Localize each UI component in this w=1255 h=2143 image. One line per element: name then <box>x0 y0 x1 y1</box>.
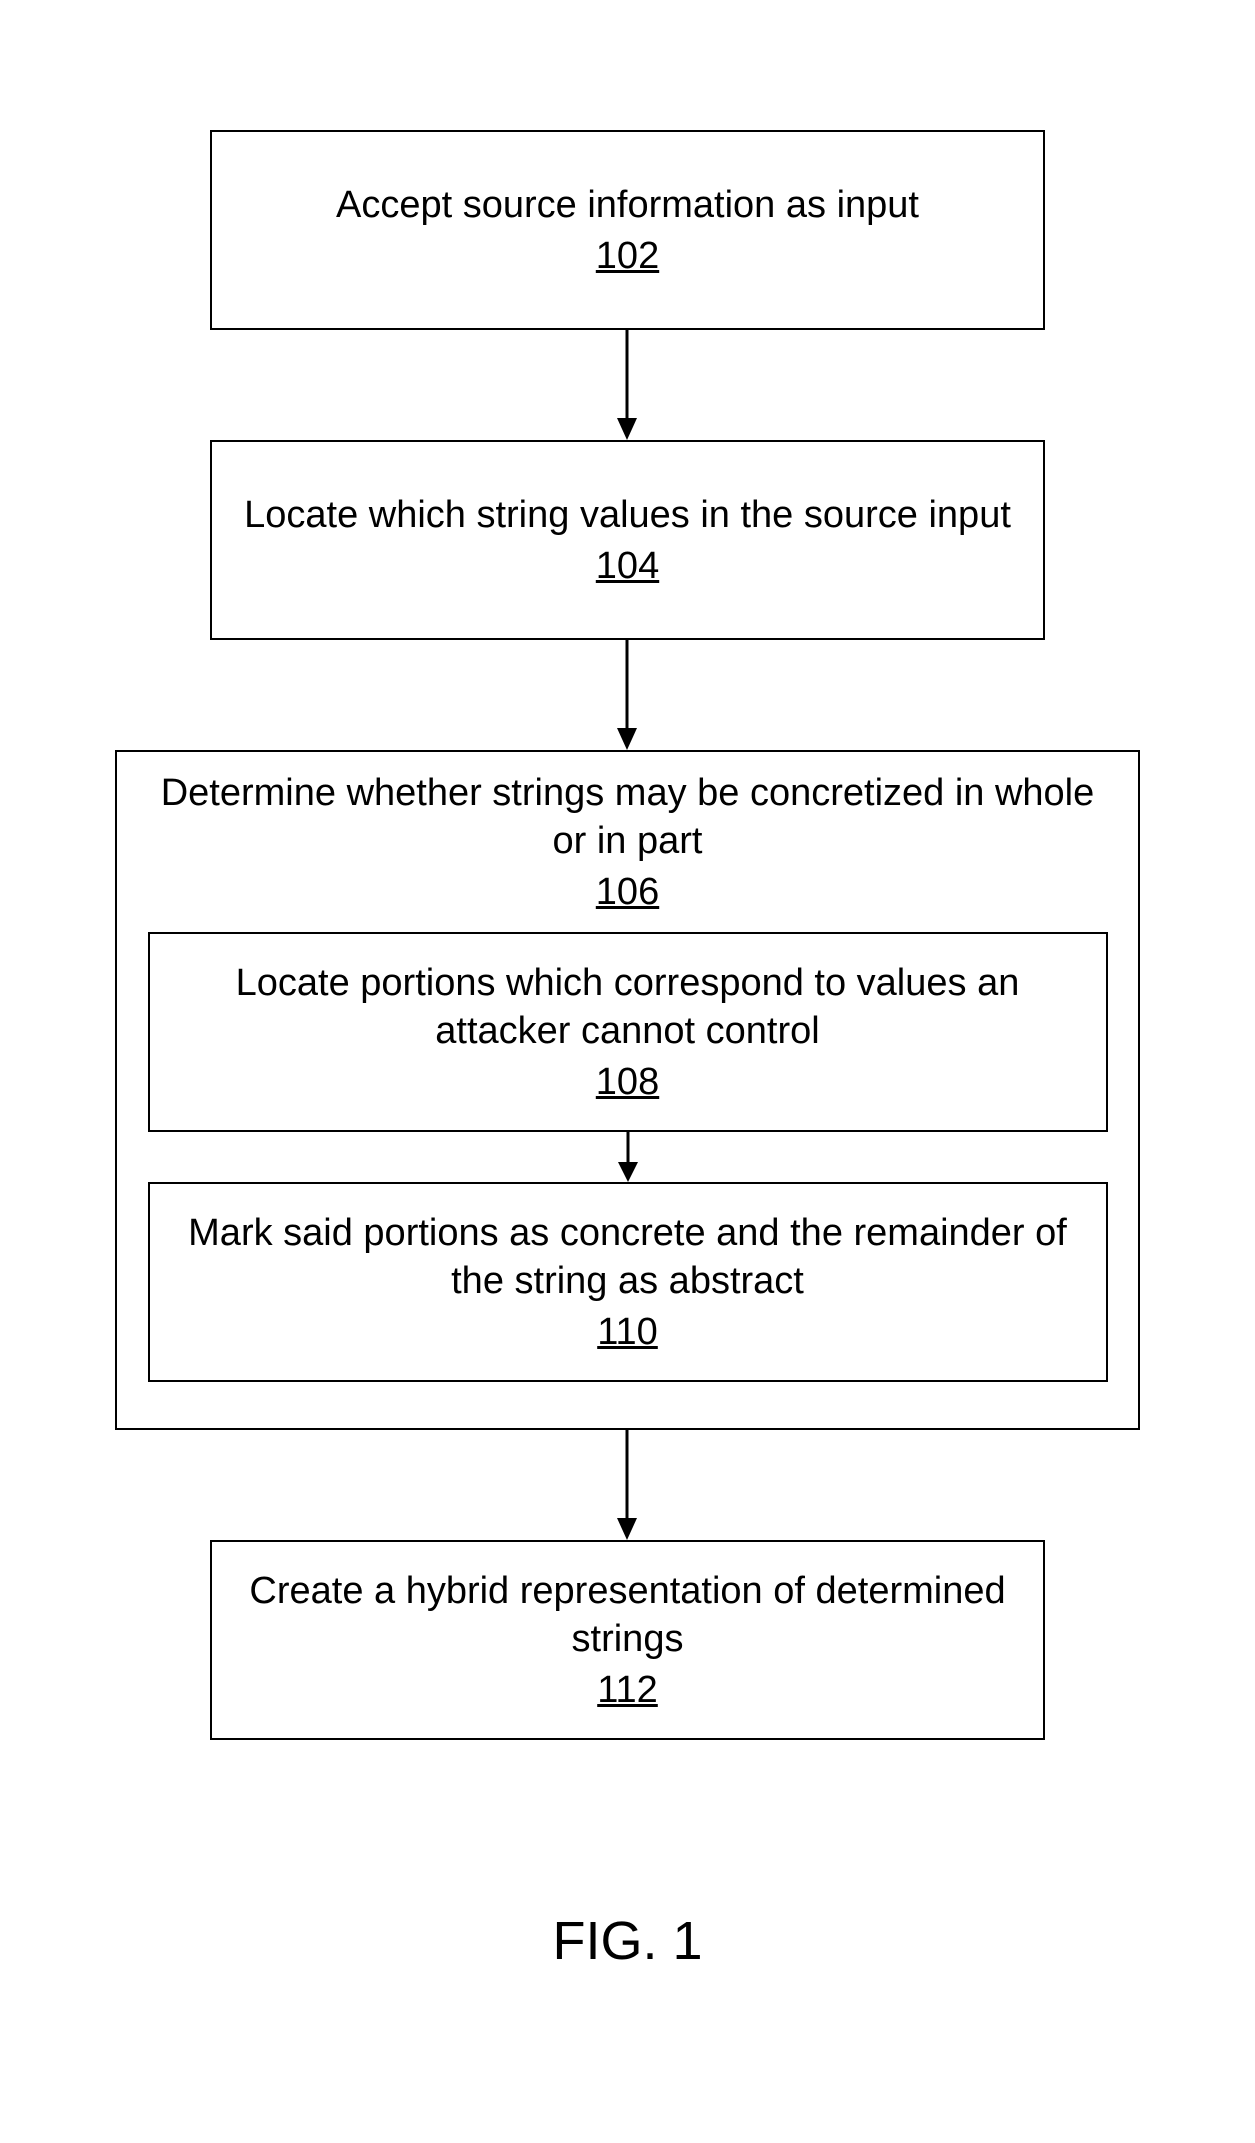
step-108-ref: 108 <box>596 1061 659 1104</box>
step-108-text: Locate portions which correspond to valu… <box>170 960 1086 1055</box>
step-110-box: Mark said portions as concrete and the r… <box>148 1182 1108 1382</box>
step-112-ref: 112 <box>597 1669 658 1712</box>
step-106-ref: 106 <box>596 871 659 914</box>
arrow-106-to-112 <box>615 1430 639 1540</box>
step-108-box: Locate portions which correspond to valu… <box>148 932 1108 1132</box>
step-104-ref: 104 <box>596 545 659 588</box>
step-104-text: Locate which string values in the source… <box>244 492 1011 540</box>
step-102-box: Accept source information as input 102 <box>210 130 1045 330</box>
flowchart-canvas: Accept source information as input 102 L… <box>0 0 1255 2143</box>
figure-label: FIG. 1 <box>0 1910 1255 1972</box>
step-112-text: Create a hybrid representation of determ… <box>232 1568 1023 1663</box>
step-112-box: Create a hybrid representation of determ… <box>210 1540 1045 1740</box>
step-106-text: Determine whether strings may be concret… <box>148 770 1108 865</box>
step-110-text: Mark said portions as concrete and the r… <box>170 1210 1086 1305</box>
arrow-104-to-106 <box>615 640 639 750</box>
arrow-108-to-110 <box>616 1132 640 1182</box>
step-110-ref: 110 <box>597 1311 658 1354</box>
step-102-text: Accept source information as input <box>336 182 919 230</box>
step-102-ref: 102 <box>596 235 659 278</box>
step-104-box: Locate which string values in the source… <box>210 440 1045 640</box>
arrow-102-to-104 <box>615 330 639 440</box>
step-106-box: Determine whether strings may be concret… <box>115 750 1140 1430</box>
